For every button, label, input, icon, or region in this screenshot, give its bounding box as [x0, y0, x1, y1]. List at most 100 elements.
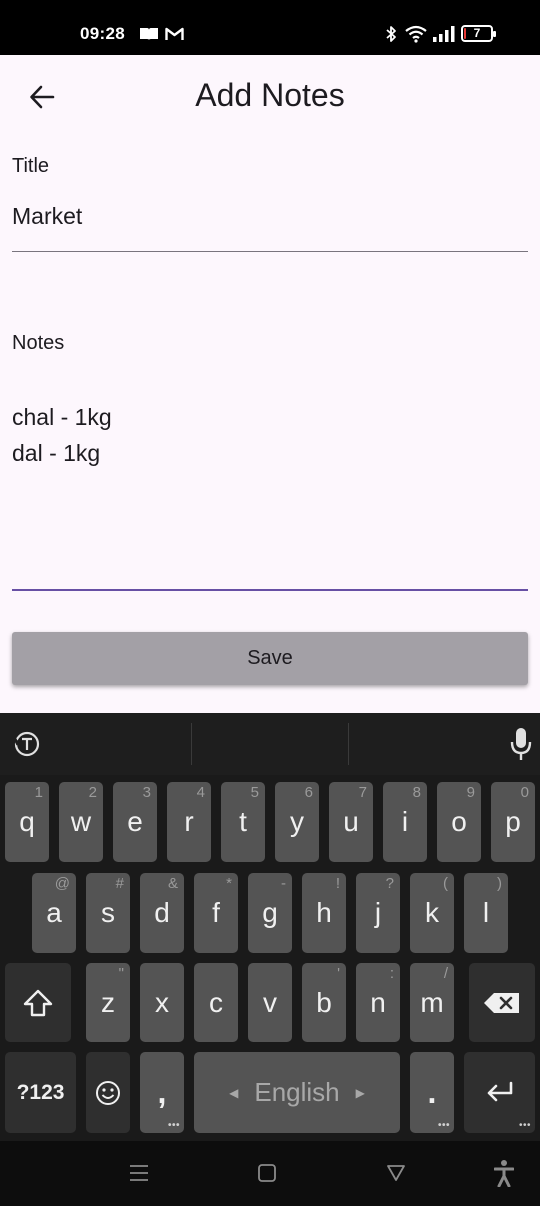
key-label: t — [239, 806, 247, 837]
key-hint: ? — [385, 875, 394, 892]
space-key[interactable]: ◀ English ▶ — [194, 1052, 400, 1133]
shift-key[interactable] — [5, 963, 71, 1042]
save-button-label: Save — [247, 647, 293, 669]
key-o[interactable]: o9 — [437, 782, 481, 862]
key-hint: 2 — [88, 784, 97, 801]
key-hint: : — [389, 965, 394, 982]
key-label: n — [370, 986, 386, 1018]
key-label: m — [420, 986, 444, 1018]
status-time: 09:28 — [80, 24, 125, 43]
key-h[interactable]: h! — [302, 873, 346, 953]
key-hint: ' — [337, 965, 340, 982]
key-i[interactable]: i8 — [383, 782, 427, 862]
key-r[interactable]: r4 — [167, 782, 211, 862]
key-hint: 3 — [142, 784, 151, 801]
chevron-left-icon: ◀ — [229, 1085, 239, 1100]
key-z[interactable]: z " — [86, 963, 130, 1042]
key-label: x — [155, 986, 169, 1018]
key-hint: - — [281, 875, 286, 892]
book-icon — [140, 28, 158, 40]
key-label: h — [316, 897, 332, 928]
app-bar: Add Notes — [0, 55, 540, 139]
key-hint: ! — [335, 875, 340, 892]
more-dots: ••• — [437, 1120, 450, 1131]
key-label: y — [290, 806, 304, 837]
key-m[interactable]: m / — [410, 963, 454, 1042]
backspace-icon — [484, 992, 519, 1013]
key-label: d — [154, 897, 170, 928]
key-t[interactable]: t5 — [221, 782, 265, 862]
enter-key[interactable]: ••• — [464, 1052, 535, 1133]
key-hint: 7 — [358, 784, 367, 801]
gmail-icon — [165, 27, 184, 40]
key-w[interactable]: w2 — [59, 782, 103, 862]
key-hint: & — [167, 875, 178, 892]
keyboard: q1w2e3r4t5y6u7i8o9p0 a @ s # d & f * g - h! j? k(l) … — [0, 713, 540, 1141]
toolbar-divider — [348, 723, 349, 765]
key-label: g — [262, 897, 278, 928]
key-hint: / — [443, 965, 448, 982]
menu-nav-icon[interactable] — [129, 1163, 149, 1183]
key-p[interactable]: p0 — [491, 782, 535, 862]
key-label: j — [374, 897, 382, 928]
title-input[interactable]: Market — [12, 198, 82, 234]
key-label: u — [343, 806, 359, 837]
status-bar: 09:28 7 — [0, 0, 540, 55]
backspace-key[interactable] — [469, 963, 535, 1042]
comma-key[interactable]: , ••• — [140, 1052, 184, 1133]
key-c[interactable]: c — [194, 963, 238, 1042]
key-hint: ) — [497, 875, 502, 892]
key-label: i — [401, 806, 409, 837]
key-n[interactable]: n: — [356, 963, 400, 1042]
bluetooth-icon — [386, 26, 396, 42]
key-x[interactable]: x — [140, 963, 184, 1042]
title-label: Title — [12, 155, 50, 177]
save-button[interactable]: Save — [12, 632, 528, 685]
notes-input[interactable]: chal - 1kg dal - 1kg — [12, 399, 112, 471]
notes-label: Notes — [12, 332, 65, 354]
key-e[interactable]: e3 — [113, 782, 157, 862]
key-hint: 1 — [34, 784, 43, 801]
key-k[interactable]: k( — [410, 873, 454, 953]
key-hint: # — [115, 875, 124, 892]
wifi-icon — [405, 25, 427, 43]
key-label: b — [316, 986, 332, 1018]
key-j[interactable]: j? — [356, 873, 400, 953]
key-hint: * — [226, 875, 232, 892]
key-a[interactable]: a @ — [32, 873, 76, 953]
key-label: w — [70, 806, 92, 837]
key-hint: 8 — [412, 784, 421, 801]
key-g[interactable]: g- — [248, 873, 292, 953]
key-label: p — [505, 806, 521, 837]
key-label: o — [451, 806, 467, 837]
key-hint: ( — [443, 875, 448, 892]
period-key[interactable]: . ••• — [410, 1052, 454, 1133]
accessibility-icon[interactable] — [494, 1159, 514, 1187]
more-dots: ••• — [518, 1120, 531, 1131]
key-l[interactable]: l) — [464, 873, 508, 953]
enter-icon — [487, 1081, 512, 1101]
key-s[interactable]: s # — [86, 873, 130, 953]
key-f[interactable]: f * — [194, 873, 238, 953]
signal-icon — [433, 26, 455, 42]
key-y[interactable]: y6 — [275, 782, 319, 862]
key-label: l — [482, 897, 490, 928]
microphone-icon[interactable] — [509, 727, 533, 761]
key-q[interactable]: q1 — [5, 782, 49, 862]
key-u[interactable]: u7 — [329, 782, 373, 862]
key-b[interactable]: b ' — [302, 963, 346, 1042]
back-nav-icon[interactable] — [386, 1164, 406, 1182]
symbols-key[interactable]: ?123 — [5, 1052, 76, 1133]
key-hint: 4 — [196, 784, 205, 801]
home-nav-icon[interactable] — [257, 1163, 277, 1183]
key-hint: 6 — [304, 784, 313, 801]
key-d[interactable]: d & — [140, 873, 184, 953]
key-label: q — [19, 806, 35, 837]
translate-icon[interactable] — [12, 729, 42, 759]
key-v[interactable]: v — [248, 963, 292, 1042]
key-hint: @ — [54, 875, 70, 892]
emoji-key[interactable] — [86, 1052, 130, 1133]
emoji-icon — [96, 1080, 120, 1105]
shift-icon — [23, 989, 53, 1016]
key-label: k — [425, 897, 439, 928]
